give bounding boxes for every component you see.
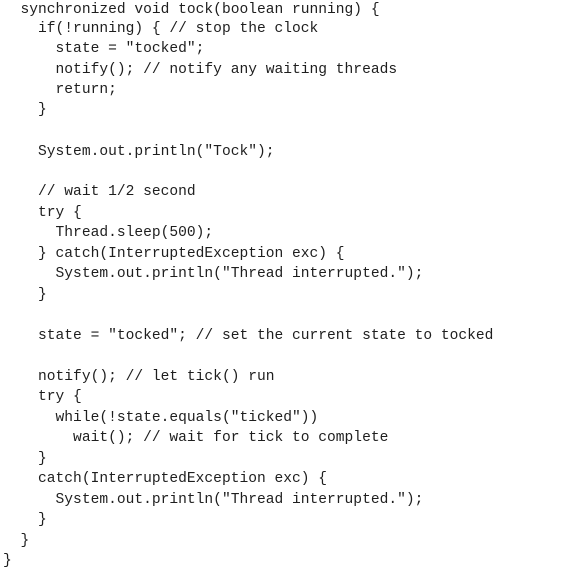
code-line: } catch(InterruptedException exc) { xyxy=(3,246,345,262)
code-line: System.out.println("Thread interrupted."… xyxy=(3,492,424,508)
code-line: } xyxy=(3,553,12,569)
code-line: } xyxy=(3,102,47,118)
code-line: } xyxy=(3,512,47,528)
code-line: System.out.println("Tock"); xyxy=(3,144,275,160)
code-line: System.out.println("Thread interrupted."… xyxy=(3,266,424,282)
code-line: wait(); // wait for tick to complete xyxy=(3,430,389,446)
code-line: // wait 1/2 second xyxy=(3,184,196,200)
code-line: Thread.sleep(500); xyxy=(3,225,214,241)
code-line: return; xyxy=(3,82,117,98)
code-line: try { xyxy=(3,389,82,405)
code-line: try { xyxy=(3,205,82,221)
code-line: state = "tocked"; // set the current sta… xyxy=(3,328,494,344)
code-line: while(!state.equals("ticked")) xyxy=(3,410,319,426)
code-line: state = "tocked"; xyxy=(3,41,205,57)
code-line: notify(); // let tick() run xyxy=(3,369,275,385)
code-line: } xyxy=(3,287,47,303)
code-line: synchronized void tock(boolean running) … xyxy=(3,2,380,18)
code-line: } xyxy=(3,533,30,549)
code-line: notify(); // notify any waiting threads xyxy=(3,62,398,78)
code-listing: synchronized void tock(boolean running) … xyxy=(0,0,566,571)
code-line: catch(InterruptedException exc) { xyxy=(3,471,328,487)
code-line: if(!running) { // stop the clock xyxy=(3,21,319,37)
code-line: } xyxy=(3,451,47,467)
